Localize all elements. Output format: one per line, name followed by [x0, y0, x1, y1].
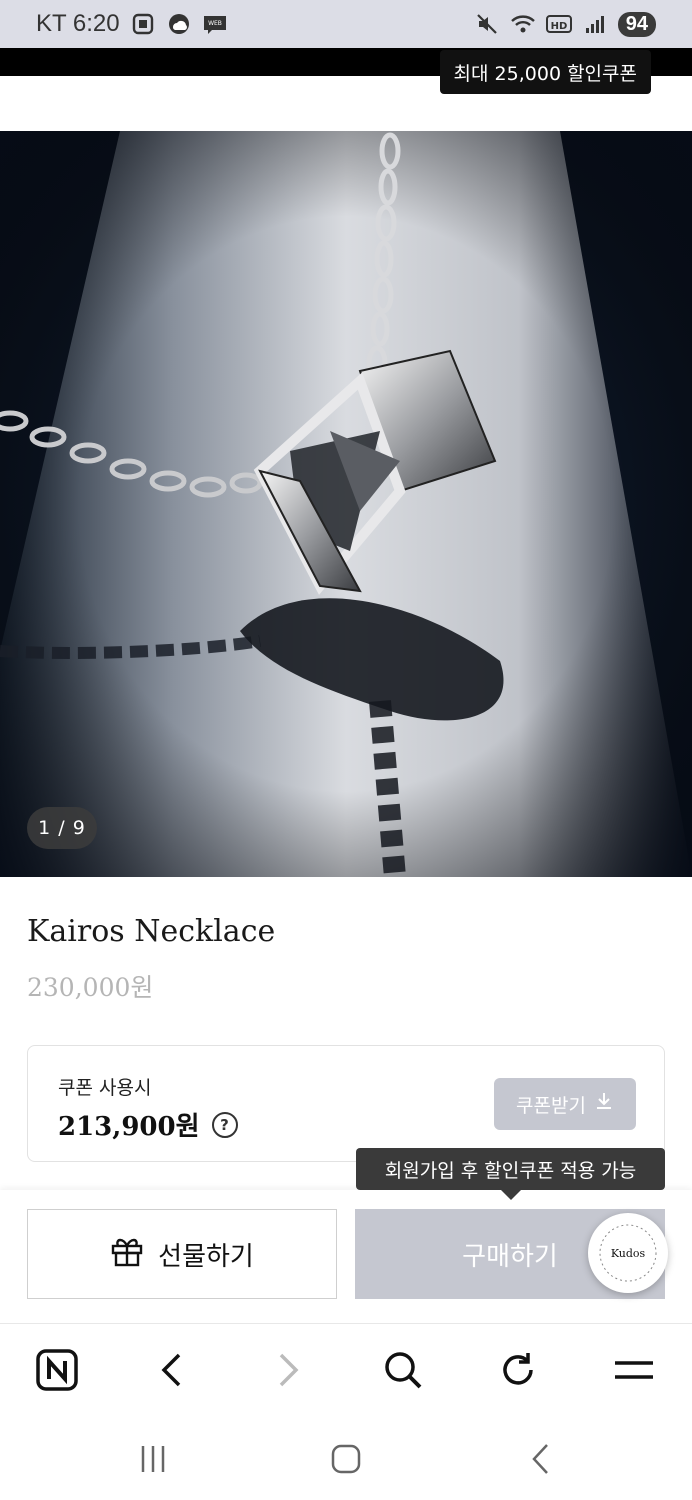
download-coupon-label: 쿠폰받기: [516, 1095, 586, 1117]
home-icon[interactable]: [321, 1436, 371, 1482]
refresh-icon[interactable]: [492, 1344, 544, 1396]
browser-toolbar: [0, 1323, 692, 1418]
signup-coupon-tooltip: 회원가입 후 할인쿠폰 적용 가능: [356, 1148, 665, 1200]
naver-home-icon[interactable]: [31, 1344, 83, 1396]
svg-text:WEB: WEB: [208, 20, 222, 27]
menu-icon[interactable]: [608, 1344, 660, 1396]
hd-icon: HD: [545, 11, 572, 37]
coupon-price: 213,900원: [58, 1112, 200, 1142]
webtoon-icon: WEB: [202, 11, 228, 37]
search-icon[interactable]: [377, 1344, 429, 1396]
status-bar: KT 6:20 WEB HD 94: [0, 0, 692, 48]
screenshot-icon: [130, 11, 156, 37]
system-back-icon[interactable]: [516, 1436, 566, 1482]
gift-label: 선물하기: [158, 1241, 254, 1272]
kudos-badge[interactable]: Kudos: [588, 1213, 668, 1293]
forward-icon[interactable]: [262, 1344, 314, 1396]
max-coupon-tooltip[interactable]: 최대 25,000 할인쿠폰: [439, 50, 651, 94]
signal-icon: [582, 11, 608, 37]
image-page-indicator: 1 / 9: [27, 807, 97, 849]
system-nav-bar: [0, 1418, 692, 1500]
download-coupon-button[interactable]: 쿠폰받기: [494, 1078, 636, 1130]
product-image[interactable]: [0, 131, 692, 877]
gift-button[interactable]: 선물하기: [27, 1209, 337, 1299]
product-price: 230,000원: [27, 973, 154, 1002]
battery-level: 94: [617, 11, 656, 37]
kudos-brand: Kudos: [611, 1247, 646, 1260]
carrier-time: KT 6:20: [36, 10, 120, 37]
coupon-box: 쿠폰 사용시 213,900원 ? 쿠폰받기: [27, 1045, 665, 1162]
recent-apps-icon[interactable]: [128, 1436, 178, 1482]
weather-icon: [166, 11, 192, 37]
mute-icon: [474, 11, 500, 37]
wifi-icon: [510, 11, 536, 37]
coupon-label: 쿠폰 사용시: [58, 1077, 152, 1099]
help-icon[interactable]: ?: [211, 1111, 238, 1138]
svg-text:HD: HD: [550, 21, 567, 32]
gift-icon: [110, 1235, 144, 1274]
back-icon[interactable]: [146, 1344, 198, 1396]
product-name: Kairos Necklace: [27, 914, 276, 949]
download-icon: [594, 1091, 614, 1117]
